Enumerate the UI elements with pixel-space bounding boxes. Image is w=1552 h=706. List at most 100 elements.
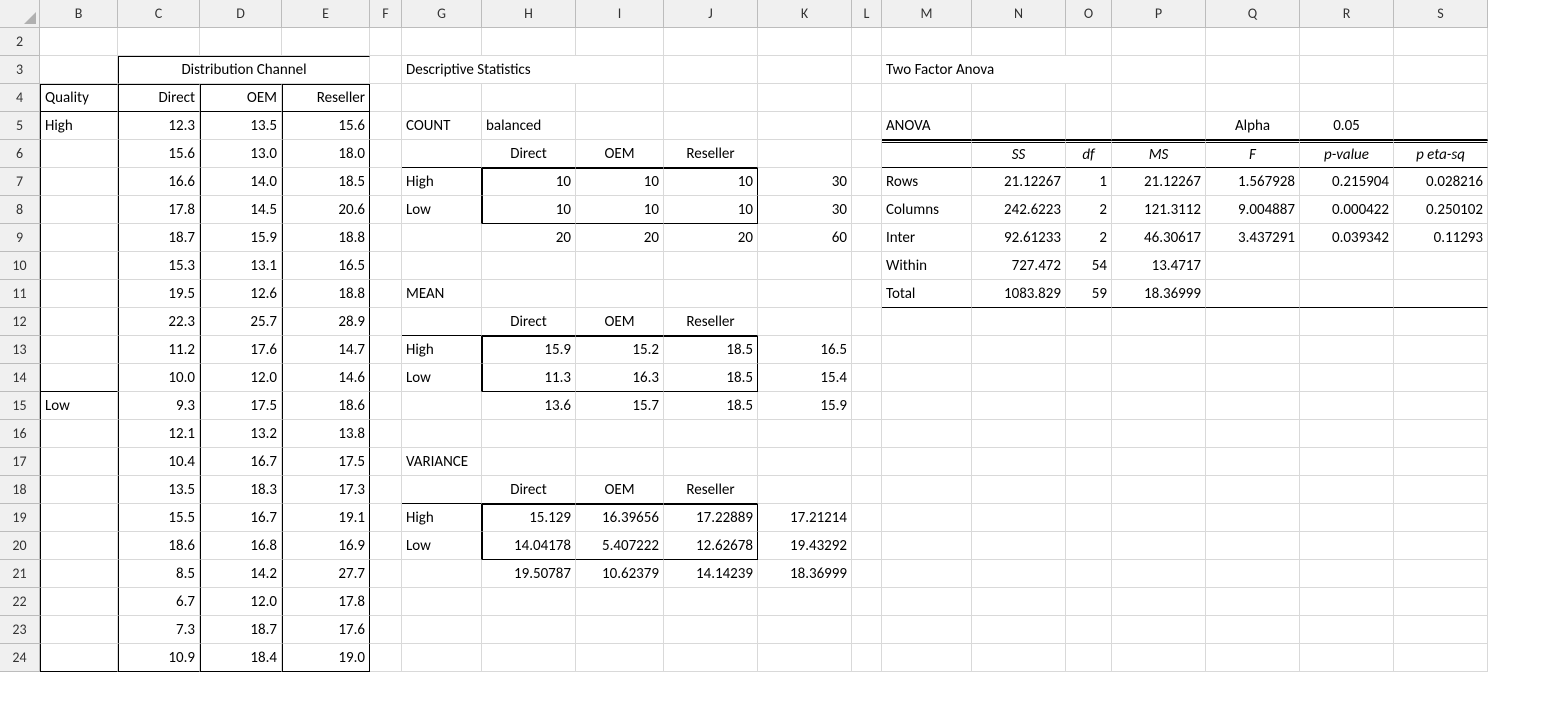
cell[interactable] xyxy=(1394,560,1488,588)
cell[interactable]: 14.6 xyxy=(282,364,370,392)
cell[interactable] xyxy=(972,588,1066,616)
cell[interactable] xyxy=(1066,644,1112,672)
cell[interactable] xyxy=(852,280,882,308)
hdr-direct[interactable]: Direct xyxy=(118,84,200,112)
anova-rows-label[interactable]: Rows xyxy=(882,168,972,196)
cell[interactable]: 14.04178 xyxy=(482,532,576,560)
cell[interactable] xyxy=(1066,560,1112,588)
row-hdr-17[interactable]: 17 xyxy=(0,448,40,476)
variance-label[interactable]: VARIANCE xyxy=(402,448,482,476)
cell[interactable] xyxy=(1394,588,1488,616)
cell[interactable] xyxy=(1300,420,1394,448)
cell[interactable]: 16.39656 xyxy=(576,504,664,532)
count-label[interactable]: COUNT xyxy=(402,112,482,140)
cell[interactable] xyxy=(370,140,402,168)
cell[interactable] xyxy=(852,168,882,196)
cell[interactable] xyxy=(852,420,882,448)
cell[interactable]: 15.9 xyxy=(200,224,282,252)
cell[interactable] xyxy=(402,252,482,280)
col-hdr-E[interactable]: E xyxy=(282,0,370,28)
cell[interactable] xyxy=(40,168,118,196)
cell[interactable]: 15.9 xyxy=(758,392,852,420)
cell[interactable] xyxy=(1206,84,1300,112)
cell[interactable]: 12.6 xyxy=(200,280,282,308)
cell[interactable] xyxy=(1066,84,1112,112)
anova-title[interactable]: Two Factor Anova xyxy=(882,56,1112,84)
col-hdr-L[interactable]: L xyxy=(852,0,882,28)
mean-hdr-direct[interactable]: Direct xyxy=(482,308,576,336)
cell[interactable] xyxy=(1206,28,1300,56)
row-hdr-21[interactable]: 21 xyxy=(0,560,40,588)
cell[interactable]: 16.3 xyxy=(576,364,664,392)
cell[interactable] xyxy=(1300,504,1394,532)
row-hdr-22[interactable]: 22 xyxy=(0,588,40,616)
cell[interactable] xyxy=(1394,28,1488,56)
cell[interactable] xyxy=(1300,588,1394,616)
cell[interactable]: 13.5 xyxy=(118,476,200,504)
cell[interactable] xyxy=(40,28,118,56)
cell[interactable]: 18.5 xyxy=(664,364,758,392)
cell[interactable]: 121.3112 xyxy=(1112,196,1206,224)
cell[interactable] xyxy=(664,420,758,448)
spreadsheet-grid[interactable]: B C D E F G H I J K L M N O P Q R S 2 3 … xyxy=(0,0,1488,672)
cell[interactable] xyxy=(40,448,118,476)
cell[interactable] xyxy=(852,616,882,644)
row-hdr-14[interactable]: 14 xyxy=(0,364,40,392)
cell[interactable]: 5.407222 xyxy=(576,532,664,560)
col-hdr-G[interactable]: G xyxy=(402,0,482,28)
cell[interactable]: 18.6 xyxy=(118,532,200,560)
cell[interactable] xyxy=(370,56,402,84)
alpha-label[interactable]: Alpha xyxy=(1206,112,1300,140)
cell[interactable] xyxy=(1112,616,1206,644)
cell[interactable] xyxy=(1394,532,1488,560)
cell[interactable] xyxy=(402,140,482,168)
cell[interactable] xyxy=(758,448,852,476)
anova-hdr-f[interactable]: F xyxy=(1206,140,1300,168)
cell[interactable] xyxy=(40,420,118,448)
cell[interactable]: 18.0 xyxy=(282,140,370,168)
anova-within-label[interactable]: Within xyxy=(882,252,972,280)
cell[interactable] xyxy=(1394,280,1488,308)
cell[interactable] xyxy=(576,84,664,112)
hdr-oem[interactable]: OEM xyxy=(200,84,282,112)
cell[interactable] xyxy=(852,224,882,252)
cell[interactable] xyxy=(40,280,118,308)
row-hdr-24[interactable]: 24 xyxy=(0,644,40,672)
balanced-label[interactable]: balanced xyxy=(482,112,576,140)
cell[interactable] xyxy=(972,364,1066,392)
cell[interactable] xyxy=(882,420,972,448)
col-hdr-P[interactable]: P xyxy=(1112,0,1206,28)
cell[interactable]: 10.4 xyxy=(118,448,200,476)
cell[interactable] xyxy=(402,28,482,56)
cell[interactable] xyxy=(370,392,402,420)
cell[interactable] xyxy=(482,280,576,308)
cell[interactable]: 30 xyxy=(758,168,852,196)
row-hdr-23[interactable]: 23 xyxy=(0,616,40,644)
row-hdr-4[interactable]: 4 xyxy=(0,84,40,112)
cell[interactable] xyxy=(370,112,402,140)
cell[interactable] xyxy=(852,532,882,560)
cell[interactable] xyxy=(758,56,852,84)
cell[interactable] xyxy=(1206,504,1300,532)
cnt-row-low[interactable]: Low xyxy=(402,196,482,224)
cell[interactable]: 1.567928 xyxy=(1206,168,1300,196)
cell[interactable] xyxy=(1394,112,1488,140)
cell[interactable] xyxy=(972,504,1066,532)
cell[interactable]: 12.1 xyxy=(118,420,200,448)
cell[interactable]: 9.3 xyxy=(118,392,200,420)
cell[interactable] xyxy=(972,112,1066,140)
cell[interactable] xyxy=(758,308,852,336)
cell[interactable]: 15.3 xyxy=(118,252,200,280)
cell[interactable] xyxy=(40,476,118,504)
cell[interactable]: 19.50787 xyxy=(482,560,576,588)
var-row-low[interactable]: Low xyxy=(402,532,482,560)
cell[interactable]: 10 xyxy=(482,196,576,224)
cell[interactable] xyxy=(1066,28,1112,56)
cell[interactable] xyxy=(576,448,664,476)
cell[interactable]: 25.7 xyxy=(200,308,282,336)
cell[interactable]: 10 xyxy=(576,168,664,196)
cell[interactable] xyxy=(972,644,1066,672)
cell[interactable] xyxy=(1112,560,1206,588)
cell[interactable]: 54 xyxy=(1066,252,1112,280)
anova-label[interactable]: ANOVA xyxy=(882,112,972,140)
